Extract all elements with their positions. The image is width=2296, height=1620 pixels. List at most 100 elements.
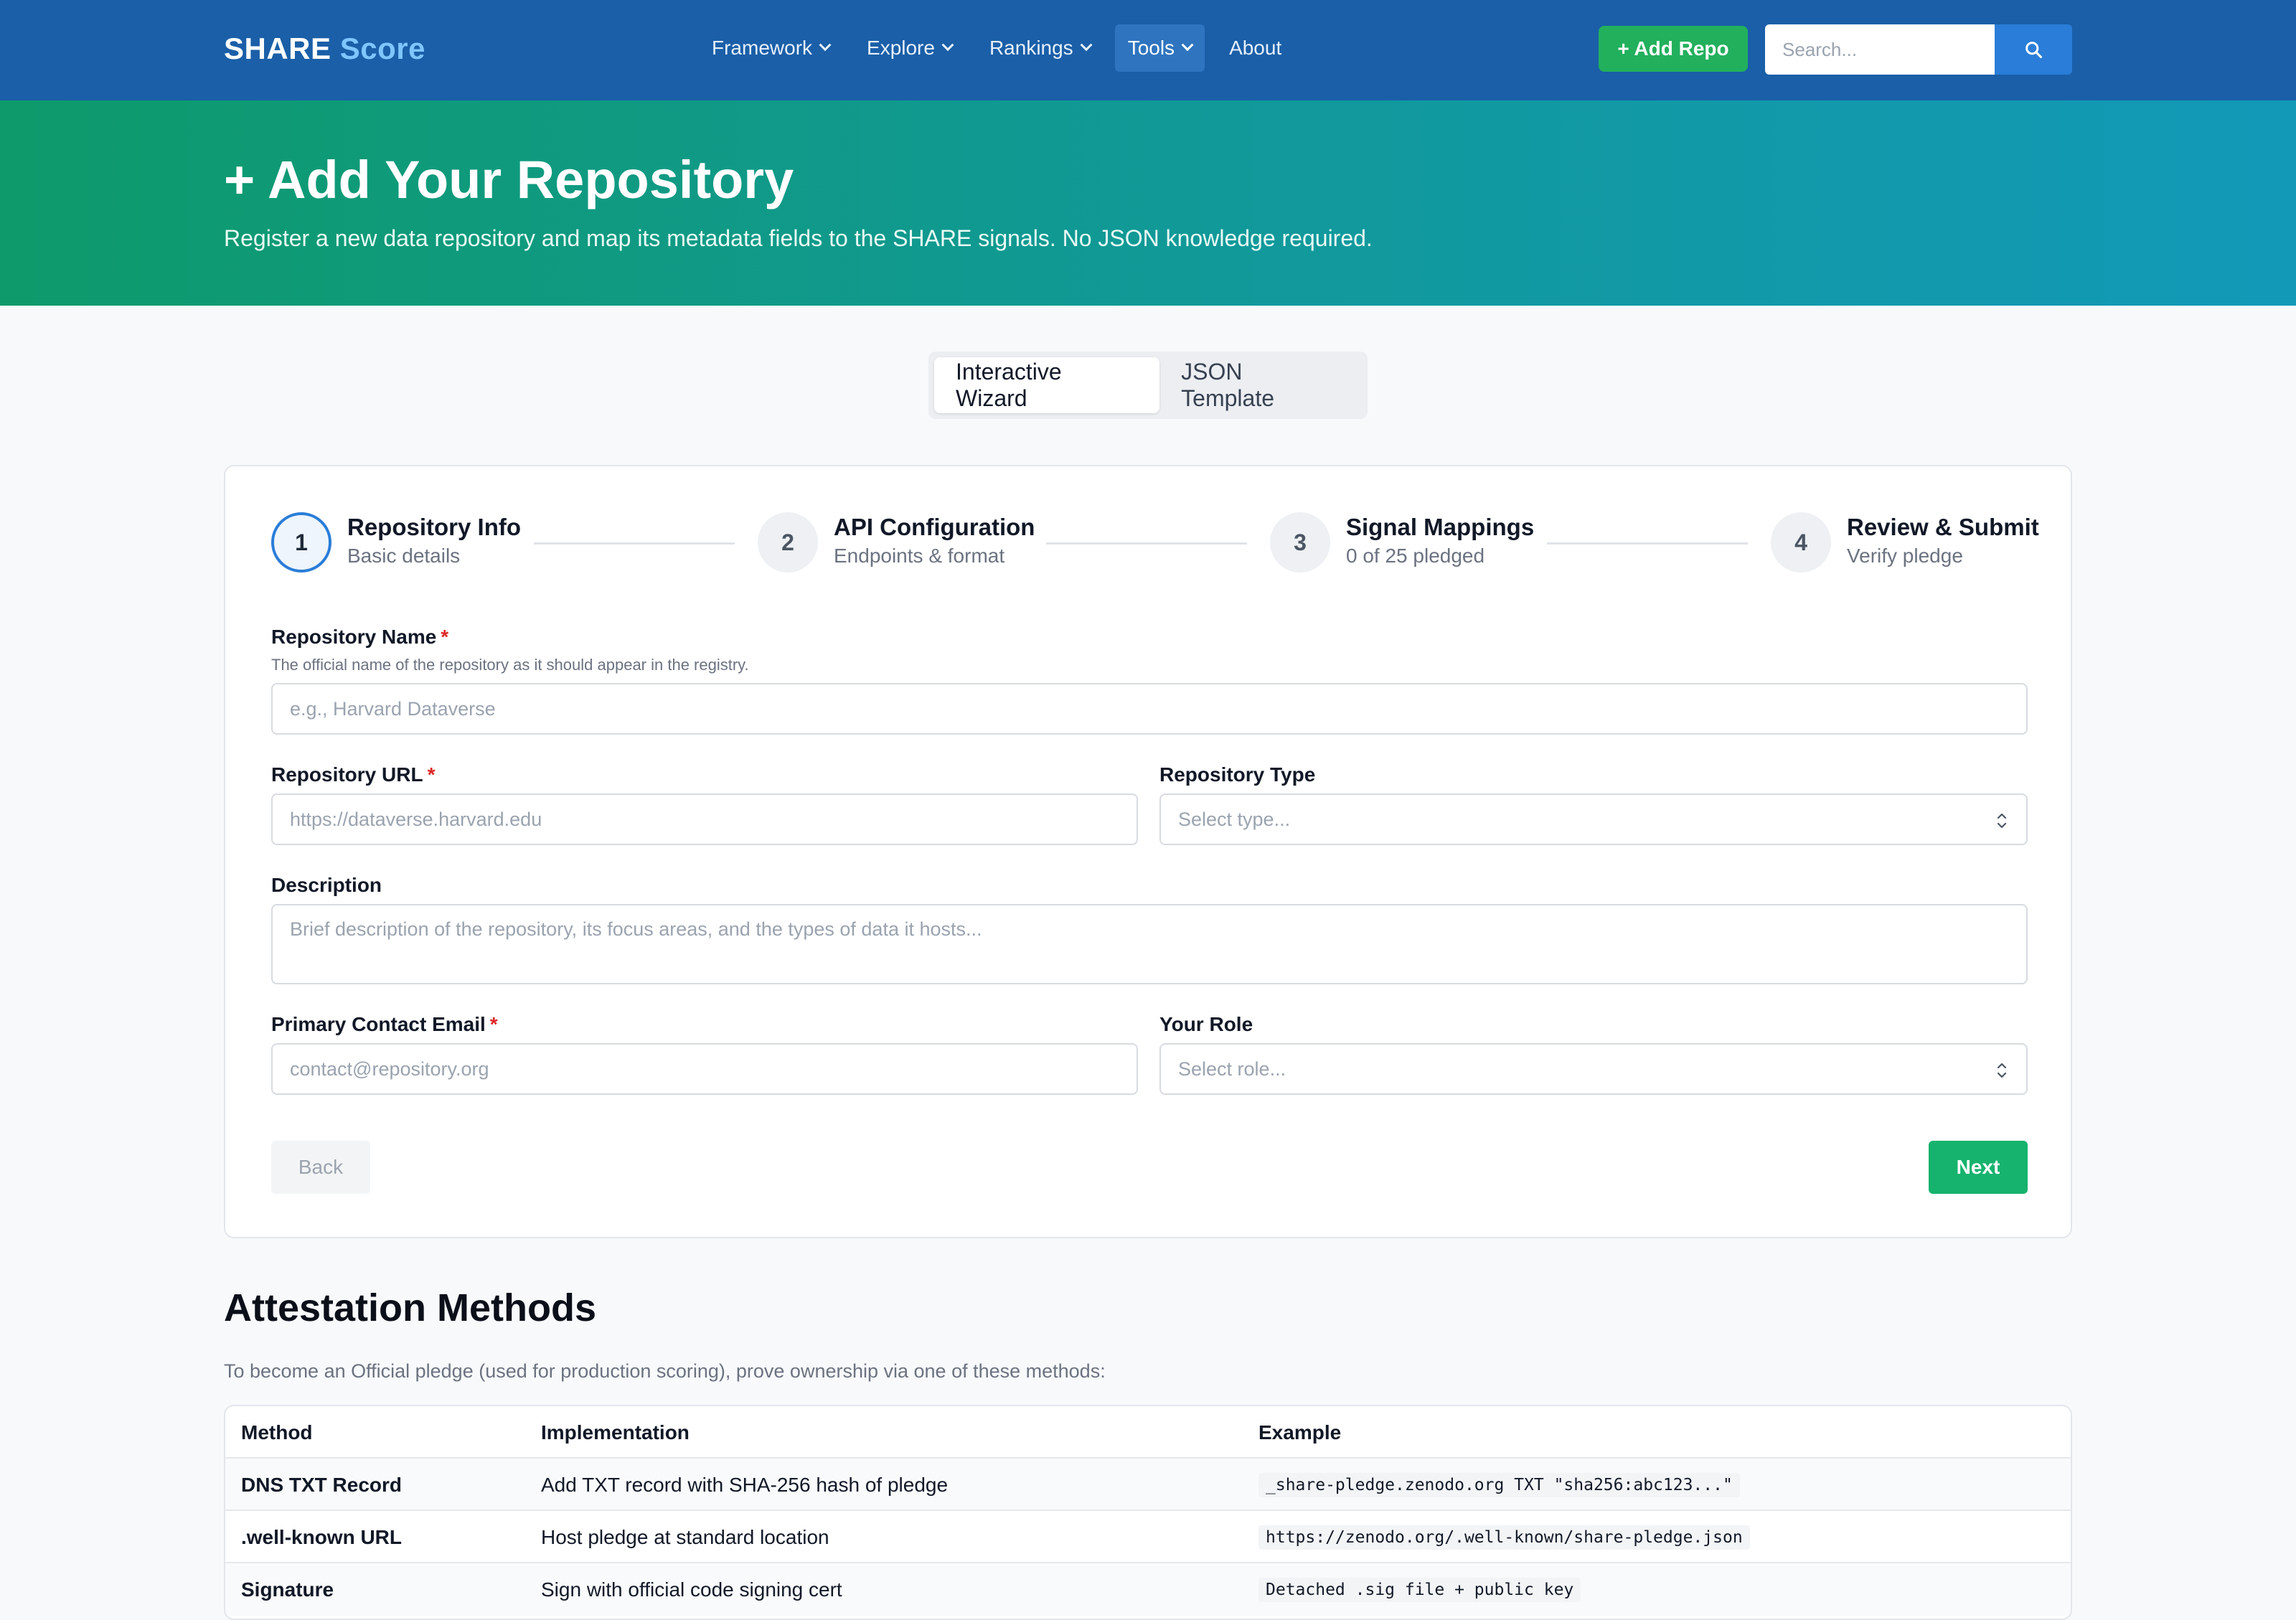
row-example: Detached .sig file + public key: [1258, 1563, 1581, 1616]
tab-json-template[interactable]: JSON Template: [1159, 357, 1362, 413]
nav-rankings-label: Rankings: [989, 37, 1073, 59]
nav-tools-label: Tools: [1127, 37, 1175, 59]
step-subtitle: Basic details: [347, 545, 461, 567]
contact-email-input[interactable]: contact@repository.org: [271, 1043, 1138, 1095]
role-select[interactable]: Select role...: [1159, 1043, 2028, 1095]
row-method: Signature: [241, 1578, 334, 1601]
row-example: https://zenodo.org/.well-known/share-ple…: [1258, 1511, 1750, 1563]
page-title: + Add Your Repository: [224, 150, 794, 209]
description-label: Description: [271, 874, 382, 896]
row-implementation: Add TXT record with SHA-256 hash of pled…: [541, 1473, 949, 1496]
row-implementation: Sign with official code signing cert: [541, 1578, 842, 1601]
step-title: Repository Info: [347, 514, 522, 540]
contact-email-placeholder: contact@repository.org: [290, 1058, 489, 1080]
chevron-down-icon: [941, 39, 954, 52]
row-example-code: Detached .sig file + public key: [1258, 1577, 1581, 1602]
header-implementation: Implementation: [541, 1421, 690, 1444]
repo-url-label: Repository URL *: [271, 763, 435, 786]
repo-url-placeholder: https://dataverse.harvard.edu: [290, 808, 542, 830]
wizard-card: 1 Repository Info Basic details 2 API Co…: [224, 465, 2072, 1238]
required-mark: *: [427, 763, 436, 786]
step-number: 1: [271, 512, 331, 573]
repo-url-label-text: Repository URL: [271, 763, 423, 786]
nav-explore[interactable]: Explore: [854, 24, 965, 72]
row-example-code: https://zenodo.org/.well-known/share-ple…: [1258, 1525, 1750, 1550]
step-connector: [534, 542, 735, 545]
nav-rankings[interactable]: Rankings: [977, 24, 1104, 72]
step-number: 2: [758, 512, 818, 573]
wizard-step-2[interactable]: 2 API Configuration Endpoints & format: [758, 512, 1035, 573]
repo-url-input[interactable]: https://dataverse.harvard.edu: [271, 793, 1138, 845]
role-placeholder: Select role...: [1178, 1058, 1286, 1080]
step-title: Review & Submit: [1847, 514, 2039, 540]
step-subtitle: 0 of 25 pledged: [1346, 545, 1485, 567]
row-method: .well-known URL: [241, 1525, 402, 1548]
row-example-code: _share-pledge.zenodo.org TXT "sha256:abc…: [1258, 1472, 1740, 1497]
step-number: 4: [1771, 512, 1831, 573]
description-textarea[interactable]: Brief description of the repository, its…: [271, 904, 2028, 984]
chevron-down-icon: [819, 39, 832, 52]
description-placeholder: Brief description of the repository, its…: [290, 918, 982, 940]
repo-type-select[interactable]: Select type...: [1159, 793, 2028, 845]
table-header-row: Method Implementation Example: [225, 1406, 2071, 1459]
nav-framework[interactable]: Framework: [699, 24, 842, 72]
table-row: DNS TXT Record Add TXT record with SHA-2…: [225, 1459, 2071, 1511]
step-title: Signal Mappings: [1346, 514, 1535, 540]
mode-tabs: Interactive Wizard JSON Template: [928, 352, 1368, 419]
brand-accent-text: Score: [339, 32, 425, 65]
nav-explore-label: Explore: [867, 37, 935, 59]
wizard-step-4[interactable]: 4 Review & Submit Verify pledge: [1771, 512, 2039, 573]
repo-name-input[interactable]: e.g., Harvard Dataverse: [271, 683, 2028, 735]
brand-logo[interactable]: SHARE Score: [224, 32, 425, 66]
nav-about[interactable]: About: [1216, 24, 1294, 72]
step-title: API Configuration: [834, 514, 1035, 540]
select-arrows-icon: [1997, 1063, 2007, 1078]
contact-email-label-text: Primary Contact Email: [271, 1013, 486, 1035]
repo-name-label: Repository Name *: [271, 626, 448, 649]
row-implementation: Host pledge at standard location: [541, 1525, 829, 1548]
row-example: _share-pledge.zenodo.org TXT "sha256:abc…: [1258, 1459, 1740, 1511]
top-navbar: SHARE Score Framework Explore Rankings T…: [0, 0, 2296, 100]
chevron-down-icon: [1181, 39, 1194, 52]
tab-interactive-wizard[interactable]: Interactive Wizard: [934, 357, 1160, 413]
role-label: Your Role: [1159, 1013, 1253, 1035]
select-arrows-icon: [1997, 813, 2007, 829]
brand-main-text: SHARE: [224, 32, 331, 65]
table-row: Signature Sign with official code signin…: [225, 1563, 2071, 1616]
header-example: Example: [1258, 1421, 1342, 1444]
required-mark: *: [489, 1013, 498, 1035]
repo-name-placeholder: e.g., Harvard Dataverse: [290, 697, 496, 720]
step-subtitle: Endpoints & format: [834, 545, 1005, 567]
attestation-intro: To become an Official pledge (used for p…: [224, 1360, 1106, 1382]
add-repo-button[interactable]: + Add Repo: [1599, 26, 1748, 72]
search-icon: [2026, 42, 2043, 59]
required-mark: *: [441, 626, 449, 648]
next-button[interactable]: Next: [1929, 1141, 2028, 1194]
wizard-step-1[interactable]: 1 Repository Info Basic details: [271, 512, 521, 573]
repo-type-label: Repository Type: [1159, 763, 1316, 786]
wizard-step-3[interactable]: 3 Signal Mappings 0 of 25 pledged: [1270, 512, 1534, 573]
repo-name-help: The official name of the repository as i…: [271, 656, 749, 674]
attestation-table: Method Implementation Example DNS TXT Re…: [224, 1405, 2072, 1620]
search-input[interactable]: [1765, 24, 1995, 75]
nav-framework-label: Framework: [712, 37, 813, 59]
repo-type-placeholder: Select type...: [1178, 808, 1291, 830]
table-row: .well-known URL Host pledge at standard …: [225, 1511, 2071, 1563]
header-method: Method: [241, 1421, 313, 1444]
nav-about-label: About: [1229, 37, 1282, 59]
attestation-heading: Attestation Methods: [224, 1286, 596, 1329]
repo-name-label-text: Repository Name: [271, 626, 437, 648]
contact-email-label: Primary Contact Email *: [271, 1013, 498, 1036]
step-connector: [1046, 542, 1247, 545]
step-connector: [1547, 542, 1748, 545]
step-number: 3: [1270, 512, 1330, 573]
row-method: DNS TXT Record: [241, 1473, 403, 1496]
page-subtitle: Register a new data repository and map i…: [224, 225, 1373, 251]
search-button[interactable]: [1995, 24, 2072, 75]
hero-banner: + Add Your Repository Register a new dat…: [0, 100, 2296, 306]
back-button[interactable]: Back: [271, 1141, 370, 1194]
step-subtitle: Verify pledge: [1847, 545, 1963, 567]
nav-tools[interactable]: Tools: [1114, 24, 1205, 72]
chevron-down-icon: [1080, 39, 1093, 52]
main-nav: Framework Explore Rankings Tools About: [699, 24, 1306, 72]
